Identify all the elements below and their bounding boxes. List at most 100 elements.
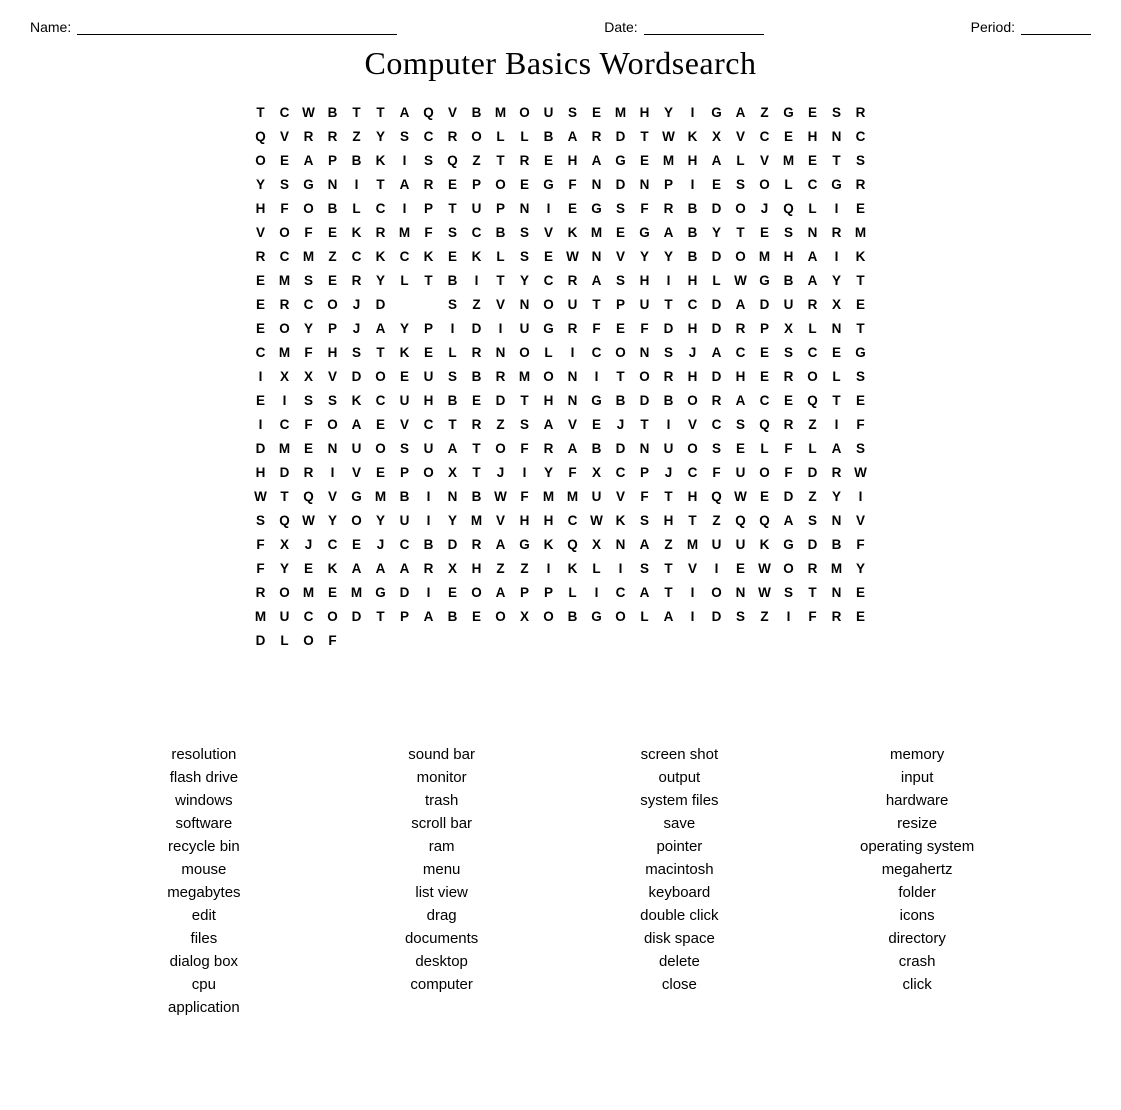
grid-cell: I	[681, 100, 705, 124]
grid-cell: B	[825, 532, 849, 556]
grid-cell: D	[801, 460, 825, 484]
grid-cell: R	[489, 364, 513, 388]
grid-cell: H	[729, 364, 753, 388]
grid-cell: T	[417, 268, 441, 292]
grid-cell: J	[297, 532, 321, 556]
grid-cell: N	[825, 580, 849, 604]
grid-cell: O	[801, 364, 825, 388]
grid-cell: M	[681, 532, 705, 556]
grid-cell: F	[777, 460, 801, 484]
grid-cell: H	[537, 388, 561, 412]
grid-cell: G	[513, 532, 537, 556]
grid-cell: E	[441, 172, 465, 196]
grid-cell: B	[441, 388, 465, 412]
grid-cell: O	[489, 436, 513, 460]
grid-cell: Y	[657, 100, 681, 124]
grid-cell: Z	[753, 604, 777, 628]
grid-cell: B	[561, 604, 585, 628]
grid-cell: I	[417, 484, 441, 508]
grid-cell: C	[681, 292, 705, 316]
word-item: drag	[328, 907, 556, 924]
grid-cell: V	[729, 124, 753, 148]
grid-cell: M	[273, 268, 297, 292]
word-item: output	[566, 769, 794, 786]
grid-cell: R	[321, 124, 345, 148]
grid-cell: O	[681, 436, 705, 460]
grid-cell: L	[777, 172, 801, 196]
grid-cell: R	[273, 292, 297, 316]
grid-cell: E	[753, 340, 777, 364]
grid-cell: C	[537, 268, 561, 292]
grid-cell: B	[681, 196, 705, 220]
grid-cell: P	[465, 172, 489, 196]
grid-cell: O	[753, 172, 777, 196]
grid-cell: N	[489, 340, 513, 364]
grid-cell: P	[393, 604, 417, 628]
grid-cell: O	[321, 292, 345, 316]
grid-cell: X	[297, 364, 321, 388]
grid-cell: A	[657, 604, 681, 628]
grid-cell: M	[657, 148, 681, 172]
grid-cell: M	[561, 484, 585, 508]
grid-cell: V	[321, 364, 345, 388]
grid-cell: V	[345, 460, 369, 484]
grid-cell: C	[465, 220, 489, 244]
grid-cell: N	[585, 172, 609, 196]
grid-cell: I	[561, 340, 585, 364]
grid-cell: O	[537, 292, 561, 316]
word-item: macintosh	[566, 861, 794, 878]
grid-cell: M	[393, 220, 417, 244]
grid-cell: E	[249, 268, 273, 292]
grid-cell: T	[681, 508, 705, 532]
grid-cell: T	[513, 388, 537, 412]
grid-cell: L	[489, 124, 513, 148]
word-item: delete	[566, 953, 794, 970]
grid-cell: R	[369, 220, 393, 244]
grid-cell: R	[417, 556, 441, 580]
grid-cell: S	[777, 580, 801, 604]
grid-cell: W	[585, 508, 609, 532]
grid-cell: N	[825, 316, 849, 340]
grid-cell: B	[585, 436, 609, 460]
grid-cell: K	[393, 340, 417, 364]
grid-cell: Z	[489, 556, 513, 580]
grid-cell: F	[321, 628, 345, 652]
grid-cell: H	[657, 508, 681, 532]
word-item: edit	[90, 907, 318, 924]
grid-cell: L	[801, 316, 825, 340]
grid-cell: O	[345, 508, 369, 532]
grid-cell: G	[585, 604, 609, 628]
grid-cell: F	[705, 460, 729, 484]
word-item: keyboard	[566, 884, 794, 901]
grid-cell	[417, 292, 441, 316]
grid-cell: O	[273, 580, 297, 604]
grid-cell: R	[513, 148, 537, 172]
grid-cell: S	[825, 100, 849, 124]
grid-cell: A	[705, 340, 729, 364]
grid-cell: G	[609, 148, 633, 172]
grid-cell: E	[609, 220, 633, 244]
word-item: operating system	[803, 838, 1031, 855]
grid-cell: V	[609, 484, 633, 508]
grid-cell: U	[729, 532, 753, 556]
period-field: Period:	[971, 18, 1091, 35]
grid-cell: O	[777, 556, 801, 580]
word-item: computer	[328, 976, 556, 993]
grid-cell: H	[537, 508, 561, 532]
grid-cell: O	[513, 340, 537, 364]
grid-cell: O	[513, 100, 537, 124]
grid-cell: U	[585, 484, 609, 508]
grid-cell: U	[417, 436, 441, 460]
grid-cell: H	[681, 364, 705, 388]
word-item: pointer	[566, 838, 794, 855]
grid-cell: O	[537, 604, 561, 628]
grid-cell: M	[849, 220, 873, 244]
word-item: scroll bar	[328, 815, 556, 832]
grid-cell: S	[777, 220, 801, 244]
grid-cell: W	[249, 484, 273, 508]
grid-cell: E	[441, 244, 465, 268]
grid-cell: L	[801, 196, 825, 220]
grid-cell: I	[393, 148, 417, 172]
grid-cell: L	[561, 580, 585, 604]
grid-cell: Z	[321, 244, 345, 268]
